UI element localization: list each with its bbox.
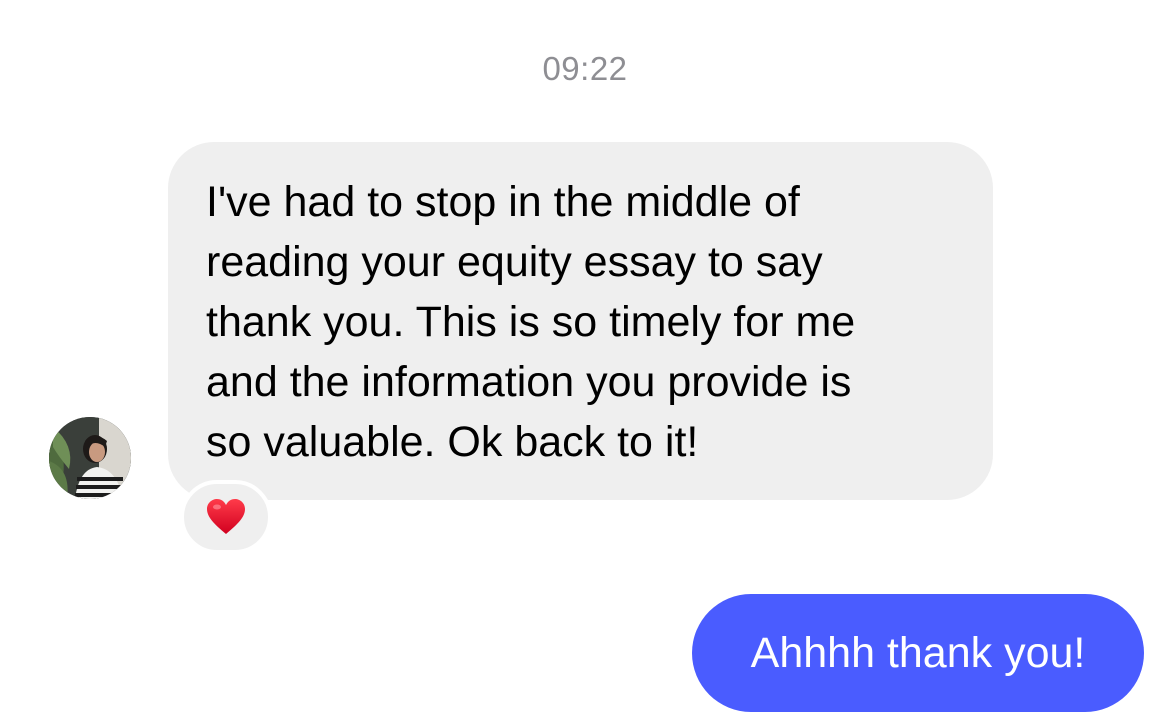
sender-avatar[interactable] xyxy=(49,417,131,499)
profile-photo-icon xyxy=(49,417,131,499)
message-reaction[interactable] xyxy=(180,480,272,554)
red-heart-icon xyxy=(207,499,245,534)
outgoing-message-bubble[interactable]: Ahhhh thank you! xyxy=(692,594,1144,712)
outgoing-message-text: Ahhhh thank you! xyxy=(750,629,1086,677)
incoming-message-bubble[interactable]: I've had to stop in the middle of readin… xyxy=(168,142,993,500)
incoming-message-text: I've had to stop in the middle of readin… xyxy=(206,178,856,466)
message-timestamp: 09:22 xyxy=(542,50,628,87)
